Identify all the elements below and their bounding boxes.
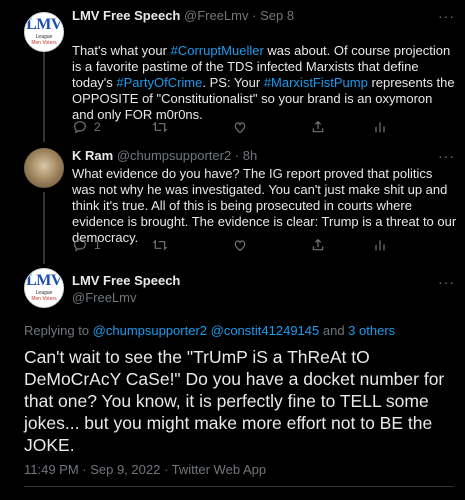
divider bbox=[24, 486, 454, 487]
tweet-actions: 1 bbox=[72, 237, 432, 253]
replying-to-and: and bbox=[319, 323, 349, 338]
display-name[interactable]: LMV Free Speech bbox=[72, 273, 180, 288]
hashtag-link[interactable]: #MarxistFistPump bbox=[264, 75, 368, 90]
separator: · bbox=[252, 8, 257, 23]
hashtag-link[interactable]: #CorruptMueller bbox=[171, 43, 264, 58]
handle[interactable]: @FreeLmv bbox=[72, 290, 137, 305]
like-icon bbox=[234, 240, 246, 252]
analytics-icon bbox=[375, 240, 385, 251]
handle[interactable]: @FreeLmv bbox=[184, 8, 249, 23]
reply-count: 1 bbox=[94, 238, 101, 252]
tweet-actions: 2 bbox=[72, 119, 432, 135]
share-icon bbox=[312, 120, 324, 133]
share-button[interactable] bbox=[310, 237, 326, 253]
avatar-logo-text: LMV bbox=[26, 272, 62, 289]
replying-to: Replying to @chumpsupporter2 @constit412… bbox=[24, 323, 395, 338]
tweet-text: That's what your #CorruptMueller was abo… bbox=[72, 43, 457, 123]
avatar[interactable] bbox=[24, 148, 64, 188]
analytics-button[interactable] bbox=[372, 119, 388, 135]
like-button[interactable] bbox=[232, 237, 248, 253]
retweet-icon bbox=[152, 121, 168, 133]
display-name[interactable]: K Ram bbox=[72, 148, 113, 163]
avatar-logo-text: LMV bbox=[26, 16, 62, 33]
avatar-logo-subtext: Men Voters bbox=[31, 40, 57, 46]
avatar-logo-subtext: Men Voters bbox=[31, 296, 57, 302]
tweet-2[interactable]: K Ram @chumpsupporter2 · 8h ··· What evi… bbox=[0, 148, 465, 260]
analytics-icon bbox=[375, 122, 385, 133]
display-name[interactable]: LMV Free Speech bbox=[72, 8, 180, 23]
retweet-button[interactable] bbox=[152, 237, 168, 253]
reply-button[interactable]: 1 bbox=[72, 237, 101, 253]
tweet-text-segment: That's what your bbox=[72, 43, 171, 58]
tweet-header: K Ram @chumpsupporter2 · 8h bbox=[72, 148, 257, 163]
tweet-text-segment: . PS: Your bbox=[202, 75, 264, 90]
avatar[interactable]: LMV League Men Voters bbox=[24, 12, 64, 52]
tweet-text: Can't wait to see the "TrUmP iS a ThReAt… bbox=[24, 347, 445, 455]
hashtag-link[interactable]: #PartyOfCrime bbox=[116, 75, 202, 90]
reply-icon bbox=[74, 121, 86, 134]
timestamp[interactable]: Sep 8 bbox=[260, 8, 294, 23]
replying-to-label: Replying to bbox=[24, 323, 93, 338]
tweet-timestamp[interactable]: 11:49 PM · Sep 9, 2022 · Twitter Web App bbox=[24, 462, 266, 477]
more-icon[interactable]: ··· bbox=[438, 274, 455, 290]
like-button[interactable] bbox=[232, 119, 248, 135]
avatar[interactable]: LMV League Men Voters bbox=[24, 268, 64, 308]
more-icon[interactable]: ··· bbox=[438, 148, 455, 164]
separator: · bbox=[234, 148, 240, 163]
more-icon[interactable]: ··· bbox=[438, 8, 455, 24]
tweet-header: LMV Free Speech @FreeLmv · Sep 8 bbox=[72, 8, 294, 23]
share-button[interactable] bbox=[310, 119, 326, 135]
tweet-text: What evidence do you have? The IG report… bbox=[72, 166, 457, 245]
reply-icon bbox=[74, 239, 86, 252]
replying-to-others-link[interactable]: 3 others bbox=[348, 323, 395, 338]
reply-count: 2 bbox=[94, 120, 101, 134]
analytics-button[interactable] bbox=[372, 237, 388, 253]
like-icon bbox=[234, 122, 246, 134]
replying-to-users-link[interactable]: @chumpsupporter2 @constit41249145 bbox=[93, 323, 320, 338]
retweet-icon bbox=[152, 239, 168, 251]
share-icon bbox=[312, 238, 324, 251]
handle[interactable]: @chumpsupporter2 bbox=[117, 148, 231, 163]
tweet-1[interactable]: LMV League Men Voters LMV Free Speech @F… bbox=[0, 8, 465, 146]
retweet-button[interactable] bbox=[152, 119, 168, 135]
reply-button[interactable]: 2 bbox=[72, 119, 101, 135]
timestamp[interactable]: 8h bbox=[243, 148, 257, 163]
